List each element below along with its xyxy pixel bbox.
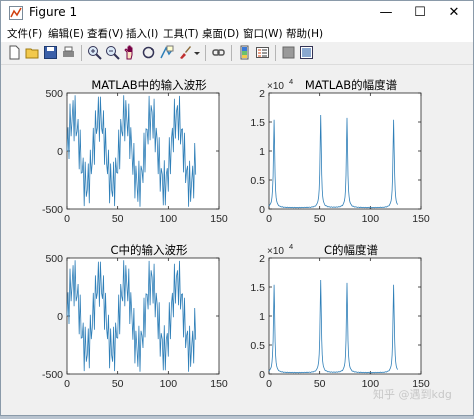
- y-tick-label: 1: [259, 311, 265, 323]
- menu-desktop[interactable]: 桌面(D): [202, 26, 239, 41]
- y-tick-label: 0.5: [250, 340, 265, 352]
- x-tick-label: 50: [112, 378, 124, 390]
- menu-insert[interactable]: 插入(I): [126, 26, 158, 41]
- rotate-3d-icon[interactable]: [141, 45, 156, 60]
- insert-legend-icon[interactable]: [255, 45, 270, 60]
- x-tick-label: 150: [412, 213, 430, 225]
- link-plot-icon[interactable]: [211, 45, 226, 60]
- menu-window[interactable]: 窗口(W): [243, 26, 283, 41]
- new-file-icon[interactable]: [7, 45, 22, 60]
- chart-title: MATLAB中的输入波形: [91, 78, 207, 92]
- chart-title: MATLAB的幅度谱: [305, 78, 398, 92]
- zoom-in-icon[interactable]: [87, 45, 102, 60]
- menu-bar: 文件(F) 编辑(E) 查看(V) 插入(I) 工具(T) 桌面(D) 窗口(W…: [1, 25, 473, 42]
- matlab-figure-icon: [9, 6, 23, 20]
- toolbar-separator: [205, 45, 206, 61]
- y-tick-label: 0.5: [250, 175, 265, 187]
- menu-help[interactable]: 帮助(H): [286, 26, 323, 41]
- minimize-button[interactable]: —: [369, 1, 403, 25]
- y-tick-label: 1.5: [250, 117, 265, 129]
- menu-tools[interactable]: 工具(T): [163, 26, 199, 41]
- y-tick-label: 500: [45, 88, 63, 100]
- x-tick-label: 0: [64, 378, 70, 390]
- x-tick-label: 100: [160, 378, 178, 390]
- chart-title: C的幅度谱: [324, 243, 379, 257]
- axis-exponent-power: 4: [289, 242, 293, 251]
- x-tick-label: 150: [210, 213, 228, 225]
- window-title: Figure 1: [29, 5, 78, 19]
- chart-title: C中的输入波形: [110, 243, 188, 257]
- plots-svg: MATLAB中的输入波形0 50 100 1505000-500MATLAB的幅度谱×…: [42, 77, 430, 390]
- figure-canvas: MATLAB中的输入波形 0 50 100 150 500 0 -500 MATLAB的幅度谱 ×…: [1, 65, 473, 415]
- x-tick-label: 100: [160, 213, 178, 225]
- toolbar-separator: [275, 45, 276, 61]
- y-tick-label: 500: [45, 253, 63, 265]
- watermark: 知乎 @遇到kdg: [373, 388, 452, 401]
- toolbar-separator: [231, 45, 232, 61]
- zoom-out-icon[interactable]: [105, 45, 120, 60]
- menu-edit[interactable]: 编辑(E): [48, 26, 84, 41]
- save-icon[interactable]: [43, 45, 58, 60]
- y-tick-label: 0: [259, 369, 265, 381]
- menu-view[interactable]: 查看(V): [87, 26, 123, 41]
- pan-hand-icon[interactable]: [123, 45, 138, 60]
- y-tick-label: -500: [42, 369, 63, 381]
- figure-window: Figure 1 — ☐ ✕ 文件(F) 编辑(E) 查看(V) 插入(I) 工…: [0, 0, 474, 416]
- y-tick-label: -500: [42, 204, 63, 216]
- y-tick-label: 0: [57, 311, 63, 323]
- data-cursor-icon[interactable]: [159, 45, 174, 60]
- print-icon[interactable]: [61, 45, 76, 60]
- x-tick-label: 150: [210, 378, 228, 390]
- toolbar-separator: [81, 45, 82, 61]
- show-plot-tools-icon[interactable]: [299, 45, 314, 60]
- y-tick-label: 0: [57, 146, 63, 158]
- close-button[interactable]: ✕: [437, 1, 471, 25]
- brush-icon[interactable]: [177, 45, 192, 60]
- y-tick-label: 1.5: [250, 282, 265, 294]
- x-tick-label: 0: [64, 213, 70, 225]
- y-tick-label: 1: [259, 146, 265, 158]
- axis-exponent-label: ×10: [267, 81, 284, 92]
- title-bar[interactable]: Figure 1 — ☐ ✕: [1, 1, 473, 25]
- hide-plot-tools-icon[interactable]: [281, 45, 296, 60]
- y-tick-label: 2: [259, 253, 265, 265]
- open-folder-icon[interactable]: [25, 45, 40, 60]
- x-tick-label: 0: [266, 213, 272, 225]
- x-tick-label: 50: [112, 213, 124, 225]
- x-tick-label: 0: [266, 378, 272, 390]
- toolbar: [1, 42, 473, 65]
- y-tick-label: 0: [259, 204, 265, 216]
- x-tick-label: 100: [362, 213, 380, 225]
- y-tick-label: 2: [259, 88, 265, 100]
- maximize-button[interactable]: ☐: [403, 1, 437, 25]
- x-tick-label: 50: [314, 378, 326, 390]
- x-tick-label: 50: [314, 213, 326, 225]
- insert-colorbar-icon[interactable]: [237, 45, 252, 60]
- axis-exponent-power: 4: [289, 77, 293, 86]
- brush-dropdown-icon[interactable]: [193, 45, 201, 60]
- axis-exponent-label: ×10: [267, 246, 284, 257]
- menu-file[interactable]: 文件(F): [7, 26, 42, 41]
